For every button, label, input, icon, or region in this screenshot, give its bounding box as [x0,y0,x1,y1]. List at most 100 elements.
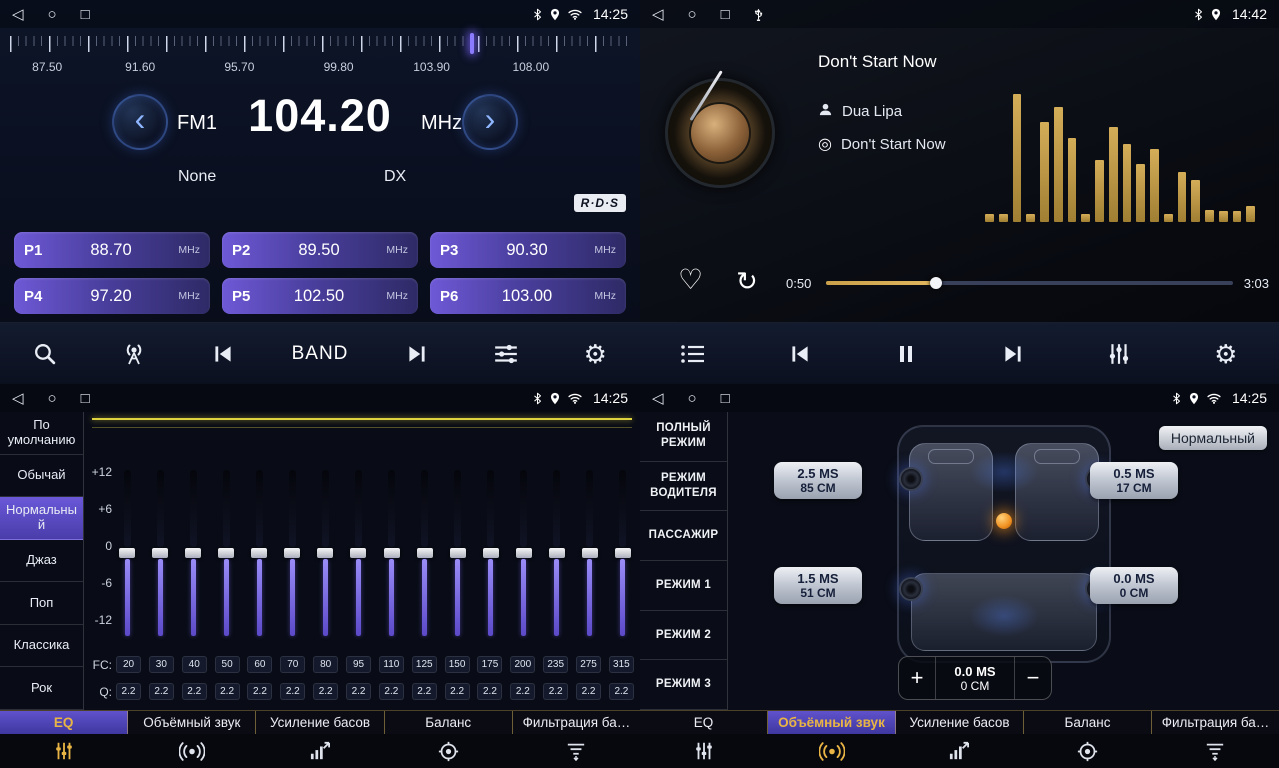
surround-sound-icon[interactable] [128,734,256,768]
tab-filter[interactable]: Фильтрация ба… [1152,711,1279,734]
eq-preset-item[interactable]: По умолчанию [0,412,83,455]
filter-icon[interactable] [512,734,640,768]
dx-mode-toggle[interactable]: DX [384,168,406,186]
preset-button-p4[interactable]: P497.20MHz [14,278,210,314]
listening-position-dot[interactable] [996,513,1012,529]
delay-decrease-button[interactable]: − [1015,657,1051,699]
slider-knob[interactable] [284,548,300,558]
tab-balance[interactable]: Баланс [1024,711,1152,734]
recents-button[interactable]: □ [81,7,90,22]
eq-preset-item[interactable]: Обычай [0,455,83,498]
eq-preset-item[interactable]: Рок [0,667,83,710]
eq-settings-icon[interactable] [1098,342,1140,366]
bass-boost-icon[interactable] [256,734,384,768]
progress-bar[interactable] [826,281,1233,285]
slider-knob[interactable] [251,548,267,558]
pause-icon[interactable] [885,342,927,366]
sf-mode-item[interactable]: РЕЖИМ ВОДИТЕЛЯ [640,462,727,512]
eq-preset-item[interactable]: Классика [0,625,83,668]
slider-knob[interactable] [417,548,433,558]
preset-button-p6[interactable]: P6103.00MHz [430,278,626,314]
eq-preset-item[interactable]: Нормальный [0,497,83,540]
slider-knob[interactable] [450,548,466,558]
eq-band-slider[interactable] [149,470,171,636]
tune-down-button[interactable]: ‹ [112,94,168,150]
tab-bass-boost[interactable]: Усиление басов [256,711,384,734]
slider-knob[interactable] [185,548,201,558]
sf-mode-item[interactable]: ПОЛНЫЙ РЕЖИМ [640,412,727,462]
slider-knob[interactable] [218,548,234,558]
eq-band-slider[interactable] [182,470,204,636]
back-button[interactable]: ◁ [12,391,24,406]
sf-mode-item[interactable]: РЕЖИМ 2 [640,611,727,661]
next-station-icon[interactable] [396,341,438,367]
sf-mode-item[interactable]: ПАССАЖИР [640,511,727,561]
tab-surround-sound[interactable]: Объёмный звук [768,711,896,734]
back-button[interactable]: ◁ [652,7,664,22]
slider-knob[interactable] [516,548,532,558]
eq-band-slider[interactable] [480,470,502,636]
progress-knob[interactable] [930,277,942,289]
sf-preset-button[interactable]: Нормальный [1159,426,1267,450]
slider-knob[interactable] [483,548,499,558]
previous-station-icon[interactable] [202,341,244,367]
eq-band-slider[interactable] [347,470,369,636]
slider-knob[interactable] [549,548,565,558]
slider-knob[interactable] [317,548,333,558]
filter-icon[interactable] [1151,734,1279,768]
eq-band-slider[interactable] [513,470,535,636]
eq-icon[interactable] [640,734,768,768]
eq-preset-item[interactable]: Поп [0,582,83,625]
eq-band-slider[interactable] [215,470,237,636]
preset-button-p5[interactable]: P5102.50MHz [222,278,418,314]
slider-knob[interactable] [152,548,168,558]
slider-knob[interactable] [384,548,400,558]
eq-band-slider[interactable] [447,470,469,636]
delay-increase-button[interactable]: + [899,657,935,699]
sf-mode-item[interactable]: РЕЖИМ 1 [640,561,727,611]
broadcast-antenna-icon[interactable] [113,341,155,367]
preset-button-p3[interactable]: P390.30MHz [430,232,626,268]
home-button[interactable]: ○ [48,7,57,22]
eq-band-slider[interactable] [314,470,336,636]
tab-balance[interactable]: Баланс [385,711,513,734]
home-button[interactable]: ○ [688,7,697,22]
recents-button[interactable]: □ [81,391,90,406]
eq-band-slider[interactable] [116,470,138,636]
tab-surround-sound[interactable]: Объёмный звук [128,711,256,734]
tab-bass-boost[interactable]: Усиление басов [896,711,1024,734]
playlist-icon[interactable] [672,343,714,365]
slider-knob[interactable] [615,548,631,558]
delay-rear-right[interactable]: 0.0 MS 0 CM [1090,567,1178,604]
eq-settings-icon[interactable] [485,343,527,365]
sf-mode-item[interactable]: РЕЖИМ 3 [640,660,727,710]
recents-button[interactable]: □ [721,391,730,406]
recents-button[interactable]: □ [721,7,730,22]
eq-band-slider[interactable] [414,470,436,636]
settings-gear-icon[interactable]: ⚙ [574,341,616,367]
tab-filter[interactable]: Фильтрация ба… [513,711,640,734]
preset-button-p1[interactable]: P188.70MHz [14,232,210,268]
tab-eq[interactable]: EQ [640,711,768,734]
eq-icon[interactable] [0,734,128,768]
repeat-icon[interactable]: ↻ [736,268,758,294]
delay-front-right[interactable]: 0.5 MS 17 CM [1090,462,1178,499]
back-button[interactable]: ◁ [12,7,24,22]
back-button[interactable]: ◁ [652,391,664,406]
home-button[interactable]: ○ [688,391,697,406]
slider-knob[interactable] [350,548,366,558]
surround-sound-icon[interactable] [768,734,896,768]
eq-band-slider[interactable] [381,470,403,636]
tune-up-button[interactable]: › [462,94,518,150]
band-button[interactable]: BAND [292,343,349,365]
delay-rear-left[interactable]: 1.5 MS 51 CM [774,567,862,604]
settings-gear-icon[interactable]: ⚙ [1205,341,1247,367]
delay-front-left[interactable]: 2.5 MS 85 CM [774,462,862,499]
slider-knob[interactable] [119,548,135,558]
bass-boost-icon[interactable] [896,734,1024,768]
eq-preset-item[interactable]: Джаз [0,540,83,583]
eq-band-slider[interactable] [546,470,568,636]
tuning-scale[interactable]: 87.5091.6095.7099.80103.90108.00 [0,28,640,76]
eq-band-slider[interactable] [281,470,303,636]
next-track-icon[interactable] [992,341,1034,367]
